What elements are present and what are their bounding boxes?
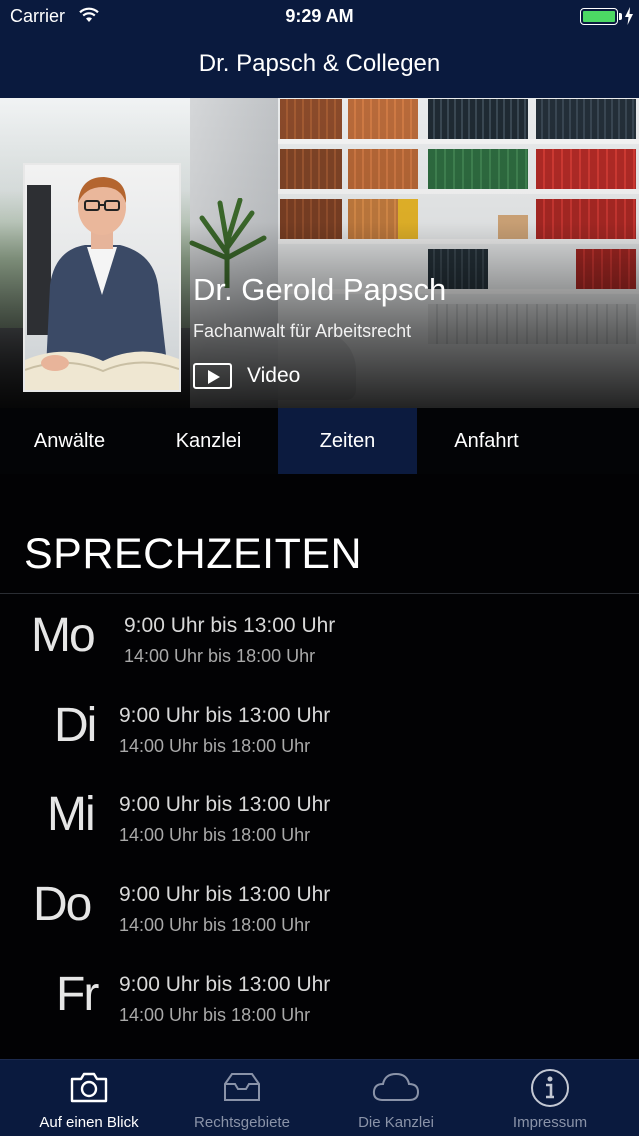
tabbar-item-rechtsgebiete[interactable]: Rechtsgebiete [172,1060,312,1136]
segment-tabs: Anwälte Kanzlei Zeiten Anfahrt [0,408,639,474]
tabbar-item-die-kanzlei[interactable]: Die Kanzlei [326,1060,466,1136]
afternoon-hours: 14:00 Uhr bis 18:00 Uhr [124,646,316,666]
hours-row-friday: Fr 9:00 Uhr bis 13:00 Uhr 14:00 Uhr bis … [0,963,639,1053]
lawyer-portrait [23,163,181,392]
camera-icon [70,1072,108,1103]
top-bar: Carrier 9:29 AM Dr. Papsch & Collegen [0,0,639,98]
lawyer-name: Dr. Gerold Papsch [193,272,447,307]
page-title: Dr. Papsch & Collegen [198,50,441,77]
morning-hours: 9:00 Uhr bis 13:00 Uhr [119,973,331,996]
tabbar-item-impressum[interactable]: Impressum [480,1060,620,1136]
hours-row-monday: Mo 9:00 Uhr bis 13:00 Uhr 14:00 Uhr bis … [0,604,639,694]
cloud-icon [372,1072,420,1101]
day-label: Fr [56,968,99,1021]
morning-hours: 9:00 Uhr bis 13:00 Uhr [119,704,331,727]
info-icon [531,1069,569,1107]
hours-row-thursday: Do 9:00 Uhr bis 13:00 Uhr 14:00 Uhr bis … [0,873,639,963]
divider [0,593,639,594]
charging-bolt-icon [625,7,633,25]
inbox-tray-icon [224,1073,260,1101]
play-icon [193,363,232,389]
morning-hours: 9:00 Uhr bis 13:00 Uhr [124,614,336,637]
day-label: Mi [47,788,96,841]
tabbar-label: Auf einen Blick [39,1114,139,1131]
tabbar-label: Rechtsgebiete [194,1114,290,1131]
battery-icon [580,8,618,25]
hours-row-wednesday: Mi 9:00 Uhr bis 13:00 Uhr 14:00 Uhr bis … [0,783,639,873]
hours-row-tuesday: Di 9:00 Uhr bis 13:00 Uhr 14:00 Uhr bis … [0,694,639,784]
video-button[interactable]: Video [193,362,300,390]
tab-zeiten[interactable]: Zeiten [278,408,417,474]
section-title: SPRECHZEITEN [24,530,363,578]
person-photo [25,177,179,390]
lawyer-role: Fachanwalt für Arbeitsrecht [193,321,412,341]
afternoon-hours: 14:00 Uhr bis 18:00 Uhr [119,915,311,935]
tab-bar: Auf einen Blick Rechtsgebiete Die Kanzle… [0,1059,639,1136]
afternoon-hours: 14:00 Uhr bis 18:00 Uhr [119,825,311,845]
tabbar-label: Impressum [512,1114,588,1131]
tabbar-label: Die Kanzlei [358,1114,434,1131]
day-label: Do [33,878,92,931]
morning-hours: 9:00 Uhr bis 13:00 Uhr [119,883,331,906]
battery-tip [619,13,622,20]
tab-kanzlei[interactable]: Kanzlei [139,408,278,474]
afternoon-hours: 14:00 Uhr bis 18:00 Uhr [119,736,311,756]
tabbar-item-auf-einen-blick[interactable]: Auf einen Blick [19,1060,159,1136]
video-label: Video [247,364,301,387]
day-label: Di [54,699,97,752]
tab-anfahrt[interactable]: Anfahrt [417,408,556,474]
day-label: Mo [31,609,96,662]
clock: 9:29 AM [285,6,354,26]
tab-anwaelte[interactable]: Anwälte [0,408,139,474]
status-bar: Carrier 9:29 AM [0,0,639,32]
afternoon-hours: 14:00 Uhr bis 18:00 Uhr [119,1005,311,1025]
morning-hours: 9:00 Uhr bis 13:00 Uhr [119,793,331,816]
